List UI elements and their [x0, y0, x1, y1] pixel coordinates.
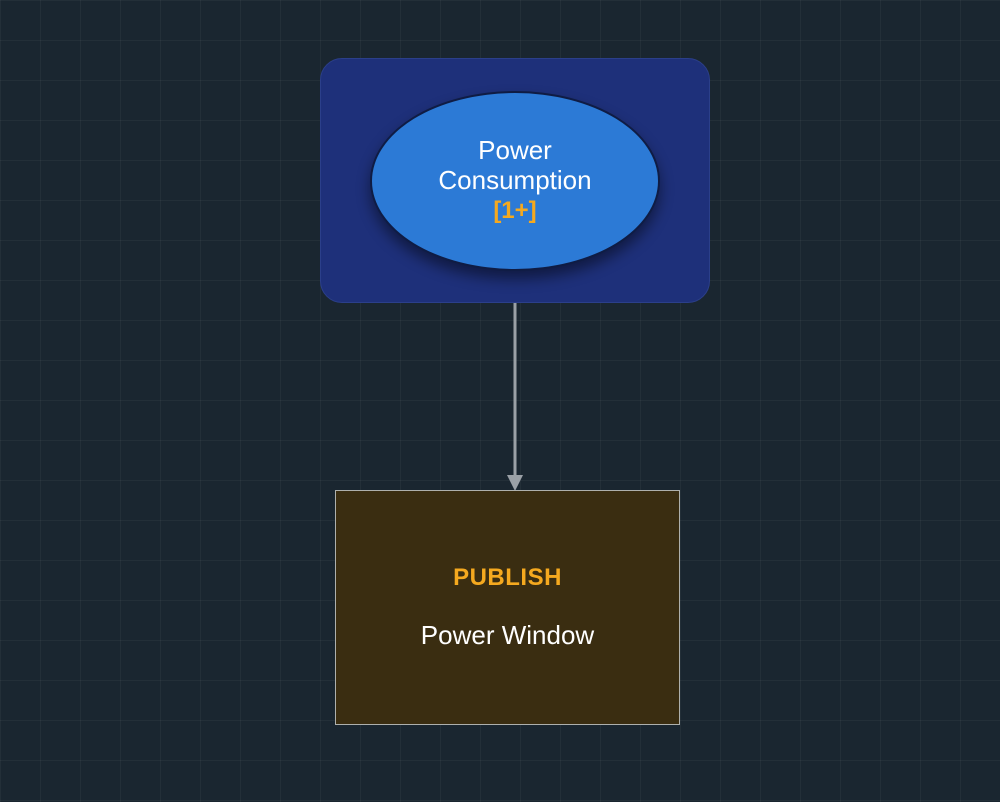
title-line-2: Consumption: [438, 165, 591, 195]
connector-arrow: [505, 303, 525, 493]
title-line-1: Power: [478, 135, 552, 165]
diagram-canvas[interactable]: Power Consumption [1+] PUBLISH Power Win…: [0, 0, 1000, 802]
ellipse-power-consumption[interactable]: Power Consumption [1+]: [370, 91, 660, 271]
node-power-consumption[interactable]: Power Consumption [1+]: [320, 58, 710, 303]
node-title: Power Consumption: [438, 136, 591, 196]
node-publish[interactable]: PUBLISH Power Window: [335, 490, 680, 725]
node-tag: [1+]: [493, 197, 536, 225]
node-label: Power Window: [421, 620, 594, 651]
node-heading: PUBLISH: [453, 564, 562, 592]
